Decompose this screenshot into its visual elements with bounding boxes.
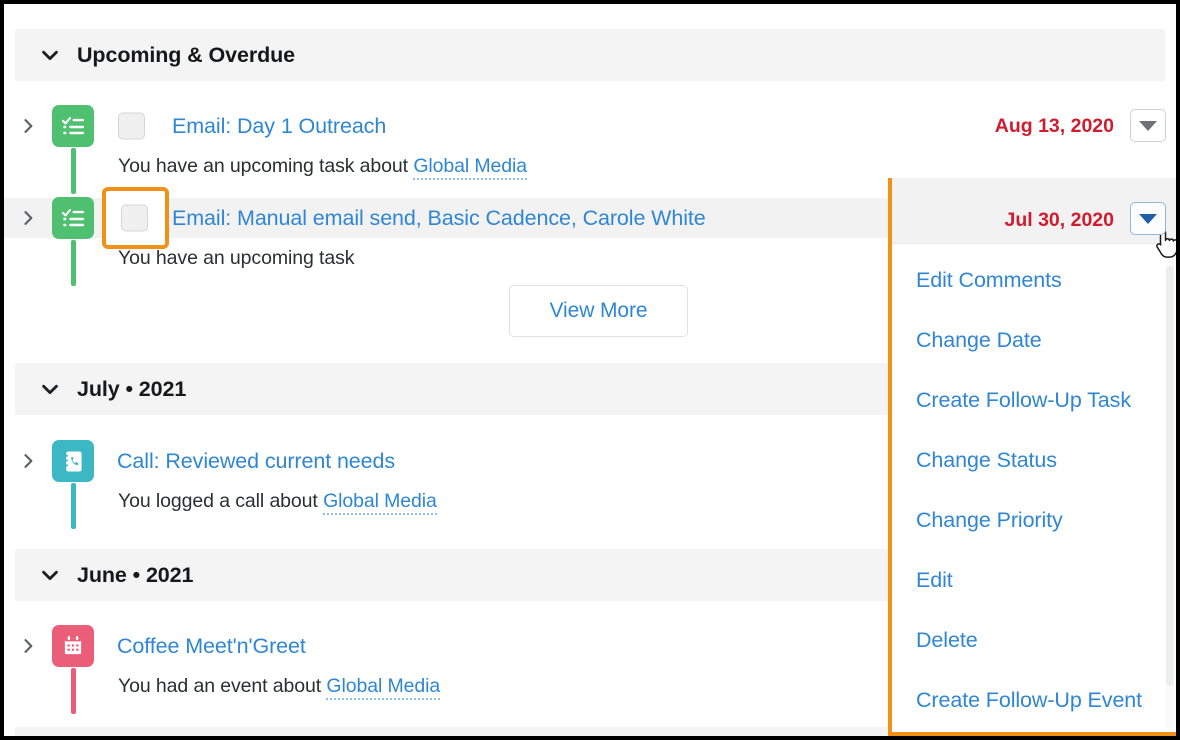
dropdown-scrollbar-thumb[interactable] xyxy=(1166,266,1174,686)
menu-item-change-status[interactable]: Change Status xyxy=(916,448,1057,473)
activity-row-header[interactable]: Email: Day 1 Outreach Aug 13, 2020 xyxy=(4,105,1176,147)
phone-icon xyxy=(52,440,94,482)
chevron-right-icon[interactable] xyxy=(18,636,38,656)
activity-subject-text: You had an event about xyxy=(118,675,327,697)
chevron-down-icon xyxy=(42,50,58,61)
activity-subject: You had an event about Global Media xyxy=(118,675,440,700)
dropdown-menu-panel: Edit Comments Change Date Create Follow-… xyxy=(892,245,1176,732)
timeline-stem xyxy=(71,483,76,529)
task-complete-checkbox[interactable] xyxy=(118,112,145,140)
menu-item-edit[interactable]: Edit xyxy=(916,568,953,593)
section-title: July • 2021 xyxy=(77,376,187,401)
section-title: Upcoming & Overdue xyxy=(77,42,296,67)
activity-due-date: Aug 13, 2020 xyxy=(994,114,1114,137)
task-checklist-glyph xyxy=(61,116,84,134)
timeline-canvas: Upcoming & Overdue Email: Day 1 Outreach… xyxy=(4,4,1176,736)
calendar-glyph xyxy=(64,636,82,655)
chevron-down-icon xyxy=(1139,120,1157,131)
activity-subject-text: You have an upcoming task xyxy=(118,247,355,269)
menu-item-delete[interactable]: Delete xyxy=(916,628,978,653)
phone-glyph xyxy=(63,451,82,471)
activity-subject: You have an upcoming task about Global M… xyxy=(118,155,527,180)
menu-item-change-date[interactable]: Change Date xyxy=(916,328,1042,353)
timeline-stem xyxy=(71,668,76,714)
chevron-down-icon xyxy=(42,384,58,395)
task-checklist-icon xyxy=(52,105,94,147)
activity-actions-caret-button[interactable] xyxy=(1130,202,1166,235)
chevron-right-icon[interactable] xyxy=(18,116,38,136)
related-record-link[interactable]: Global Media xyxy=(323,490,437,515)
activity-due-date: Jul 30, 2020 xyxy=(1004,209,1115,231)
related-record-link[interactable]: Global Media xyxy=(413,155,527,180)
activity-subject: You logged a call about Global Media xyxy=(118,490,437,515)
activity-title-link[interactable]: Coffee Meet'n'Greet xyxy=(117,634,306,659)
related-record-link[interactable]: Global Media xyxy=(326,675,440,700)
chevron-right-icon[interactable] xyxy=(18,451,38,471)
menu-item-edit-comments[interactable]: Edit Comments xyxy=(916,268,1062,293)
activity-actions-dropdown-menu: Edit Comments Change Date Create Follow-… xyxy=(888,178,1176,736)
activity-subject: You have an upcoming task xyxy=(118,247,354,270)
activity-actions-caret-button[interactable] xyxy=(1130,109,1166,142)
section-title: June • 2021 xyxy=(77,562,194,587)
activity-row: Email: Day 1 Outreach Aug 13, 2020 You h… xyxy=(4,105,1176,194)
chevron-down-icon xyxy=(42,570,58,581)
activity-title-link[interactable]: Call: Reviewed current needs xyxy=(117,449,395,474)
menu-item-change-priority[interactable]: Change Priority xyxy=(916,508,1063,533)
activity-subject-text: You logged a call about xyxy=(118,490,324,512)
activity-timeline-window: Upcoming & Overdue Email: Day 1 Outreach… xyxy=(0,0,1180,740)
activity-subject-text: You have an upcoming task about xyxy=(118,155,414,177)
menu-item-create-follow-up-event[interactable]: Create Follow-Up Event xyxy=(916,688,1142,713)
menu-item-create-follow-up-task[interactable]: Create Follow-Up Task xyxy=(916,388,1131,413)
section-header-upcoming-overdue[interactable]: Upcoming & Overdue xyxy=(15,29,1165,81)
calendar-icon xyxy=(52,625,94,667)
view-more-button[interactable]: View More xyxy=(509,285,688,337)
activity-title-link[interactable]: Email: Day 1 Outreach xyxy=(172,114,386,139)
timeline-stem xyxy=(71,148,76,194)
timeline-stem xyxy=(71,240,76,286)
chevron-down-icon xyxy=(1139,213,1157,224)
